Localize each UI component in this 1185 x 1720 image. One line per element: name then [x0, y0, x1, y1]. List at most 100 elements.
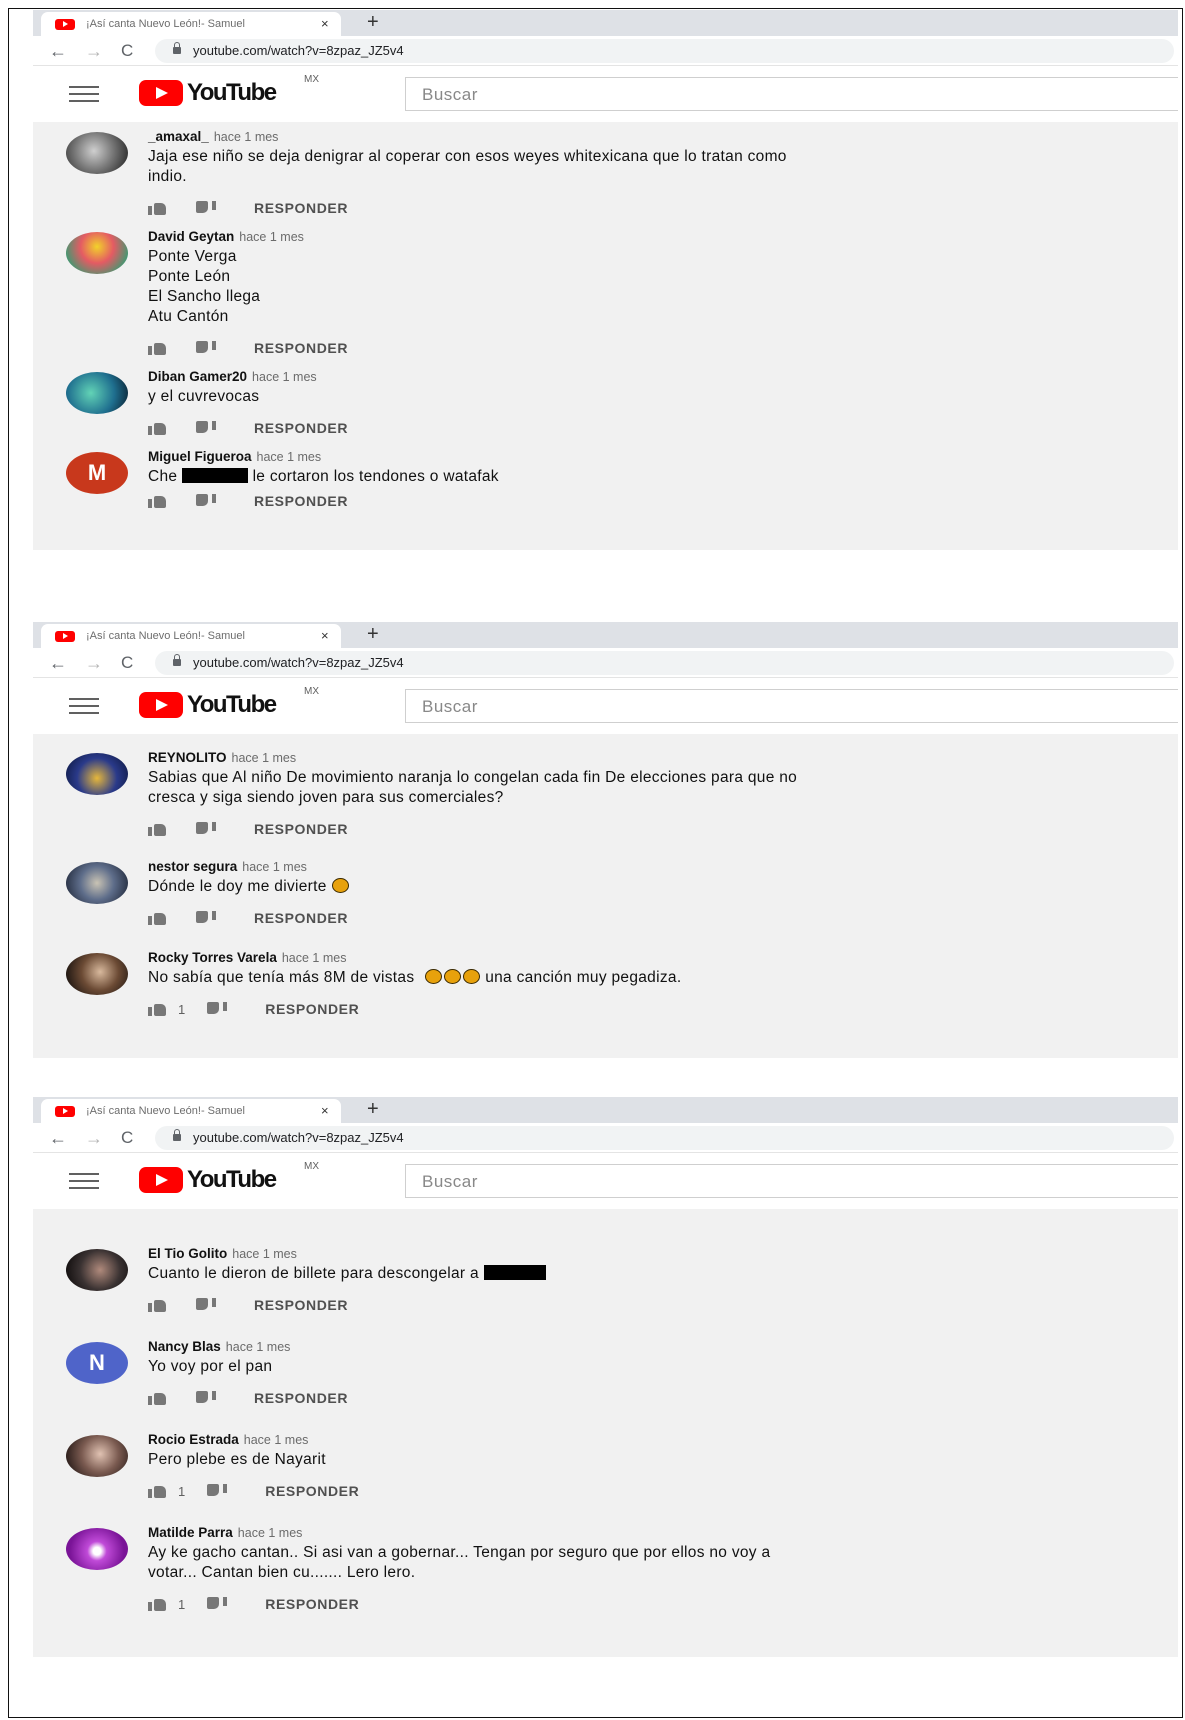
close-tab-icon[interactable]: × — [321, 1102, 329, 1120]
address-bar[interactable]: youtube.com/watch?v=8zpaz_JZ5v4 — [155, 1126, 1174, 1150]
like-icon[interactable] — [148, 822, 168, 836]
dislike-icon[interactable] — [196, 341, 216, 355]
comment-time[interactable]: hace 1 mes — [232, 1247, 297, 1261]
avatar[interactable] — [66, 232, 128, 274]
reply-button[interactable]: RESPONDER — [254, 1390, 348, 1406]
youtube-logo[interactable]: YouTube — [139, 691, 277, 718]
forward-icon[interactable]: → — [85, 40, 103, 62]
avatar[interactable] — [66, 1249, 128, 1291]
dislike-icon[interactable] — [207, 1484, 228, 1498]
reload-icon[interactable]: C — [121, 1127, 133, 1149]
reply-button[interactable]: RESPONDER — [254, 910, 348, 926]
reply-button[interactable]: RESPONDER — [254, 420, 348, 436]
youtube-logo[interactable]: YouTube — [139, 1166, 277, 1193]
reply-button[interactable]: RESPONDER — [254, 200, 348, 216]
dislike-icon[interactable] — [196, 421, 216, 435]
like-icon[interactable] — [148, 1298, 168, 1312]
youtube-logo[interactable]: YouTube — [139, 79, 277, 106]
dislike-icon[interactable] — [196, 911, 216, 925]
like-icon[interactable] — [148, 201, 168, 215]
comment-time[interactable]: hace 1 mes — [282, 951, 347, 965]
menu-icon[interactable] — [69, 86, 99, 102]
comment-author[interactable]: Rocky Torres Varela — [148, 950, 277, 965]
comment-time[interactable]: hace 1 mes — [244, 1433, 309, 1447]
comment-author[interactable]: nestor segura — [148, 859, 237, 874]
comment-author[interactable]: REYNOLITO — [148, 750, 227, 765]
avatar[interactable] — [66, 753, 128, 795]
like-icon[interactable] — [148, 1391, 168, 1405]
new-tab-button[interactable]: + — [367, 10, 379, 34]
like-icon[interactable] — [148, 1597, 168, 1611]
comment-time[interactable]: hace 1 mes — [257, 450, 322, 464]
back-icon[interactable]: ← — [49, 1127, 67, 1149]
like-icon[interactable] — [148, 1484, 168, 1498]
dislike-icon[interactable] — [196, 1391, 216, 1405]
browser-tab[interactable]: ¡Así canta Nuevo León!- Samuel × — [41, 624, 341, 648]
menu-icon[interactable] — [69, 698, 99, 714]
avatar[interactable] — [66, 132, 128, 174]
comment-time[interactable]: hace 1 mes — [232, 751, 297, 765]
comment-author[interactable]: Diban Gamer20 — [148, 369, 247, 384]
comment-author[interactable]: Rocio Estrada — [148, 1432, 239, 1447]
comment-time[interactable]: hace 1 mes — [226, 1340, 291, 1354]
like-icon[interactable] — [148, 1002, 168, 1016]
like-icon[interactable] — [148, 911, 168, 925]
comment-author[interactable]: Miguel Figueroa — [148, 449, 252, 464]
search-input[interactable]: Buscar — [405, 689, 1178, 723]
dislike-icon[interactable] — [207, 1002, 228, 1016]
dislike-icon[interactable] — [196, 494, 216, 508]
comment-author[interactable]: David Geytan — [148, 229, 234, 244]
browser-tab[interactable]: ¡Así canta Nuevo León!- Samuel × — [41, 12, 341, 36]
comment-time[interactable]: hace 1 mes — [214, 130, 279, 144]
comment-author[interactable]: Nancy Blas — [148, 1339, 221, 1354]
reply-button[interactable]: RESPONDER — [265, 1001, 359, 1017]
reply-button[interactable]: RESPONDER — [254, 1297, 348, 1313]
dislike-icon[interactable] — [207, 1597, 228, 1611]
menu-icon[interactable] — [69, 1173, 99, 1189]
comment-author[interactable]: _amaxal_ — [148, 129, 209, 144]
reply-button[interactable]: RESPONDER — [254, 493, 348, 509]
avatar[interactable] — [66, 862, 128, 904]
address-bar[interactable]: youtube.com/watch?v=8zpaz_JZ5v4 — [155, 651, 1174, 675]
like-icon[interactable] — [148, 421, 168, 435]
comment-author[interactable]: El Tio Golito — [148, 1246, 227, 1261]
reply-button[interactable]: RESPONDER — [254, 821, 348, 837]
comment-time[interactable]: hace 1 mes — [239, 230, 304, 244]
dislike-icon[interactable] — [196, 822, 216, 836]
comment-author[interactable]: Matilde Parra — [148, 1525, 233, 1540]
dislike-icon[interactable] — [196, 1298, 216, 1312]
back-icon[interactable]: ← — [49, 652, 67, 674]
forward-icon[interactable]: → — [85, 1127, 103, 1149]
browser-tab[interactable]: ¡Así canta Nuevo León!- Samuel × — [41, 1099, 341, 1123]
comment-time[interactable]: hace 1 mes — [242, 860, 307, 874]
avatar[interactable]: M — [66, 452, 128, 494]
search-input[interactable]: Buscar — [405, 1164, 1178, 1198]
reply-button[interactable]: RESPONDER — [254, 340, 348, 356]
dislike-icon[interactable] — [196, 201, 216, 215]
clapping-emoji-icon — [443, 969, 461, 984]
close-tab-icon[interactable]: × — [321, 627, 329, 645]
forward-icon[interactable]: → — [85, 652, 103, 674]
avatar[interactable] — [66, 372, 128, 414]
reload-icon[interactable]: C — [121, 652, 133, 674]
new-tab-button[interactable]: + — [367, 622, 379, 646]
comment-time[interactable]: hace 1 mes — [238, 1526, 303, 1540]
search-placeholder: Buscar — [422, 697, 478, 716]
like-icon[interactable] — [148, 341, 168, 355]
close-tab-icon[interactable]: × — [321, 15, 329, 33]
like-icon[interactable] — [148, 494, 168, 508]
avatar[interactable] — [66, 1435, 128, 1477]
reply-button[interactable]: RESPONDER — [265, 1596, 359, 1612]
search-input[interactable]: Buscar — [405, 77, 1178, 111]
comment-time[interactable]: hace 1 mes — [252, 370, 317, 384]
address-bar[interactable]: youtube.com/watch?v=8zpaz_JZ5v4 — [155, 39, 1174, 63]
reply-button[interactable]: RESPONDER — [265, 1483, 359, 1499]
reload-icon[interactable]: C — [121, 40, 133, 62]
screenshot-3: ¡Así canta Nuevo León!- Samuel × + ← → C… — [33, 1097, 1178, 1657]
avatar[interactable] — [66, 953, 128, 995]
avatar[interactable] — [66, 1528, 128, 1570]
new-tab-button[interactable]: + — [367, 1097, 379, 1121]
comment-actions: RESPONDER — [148, 818, 1178, 840]
avatar[interactable]: N — [66, 1342, 128, 1384]
back-icon[interactable]: ← — [49, 40, 67, 62]
